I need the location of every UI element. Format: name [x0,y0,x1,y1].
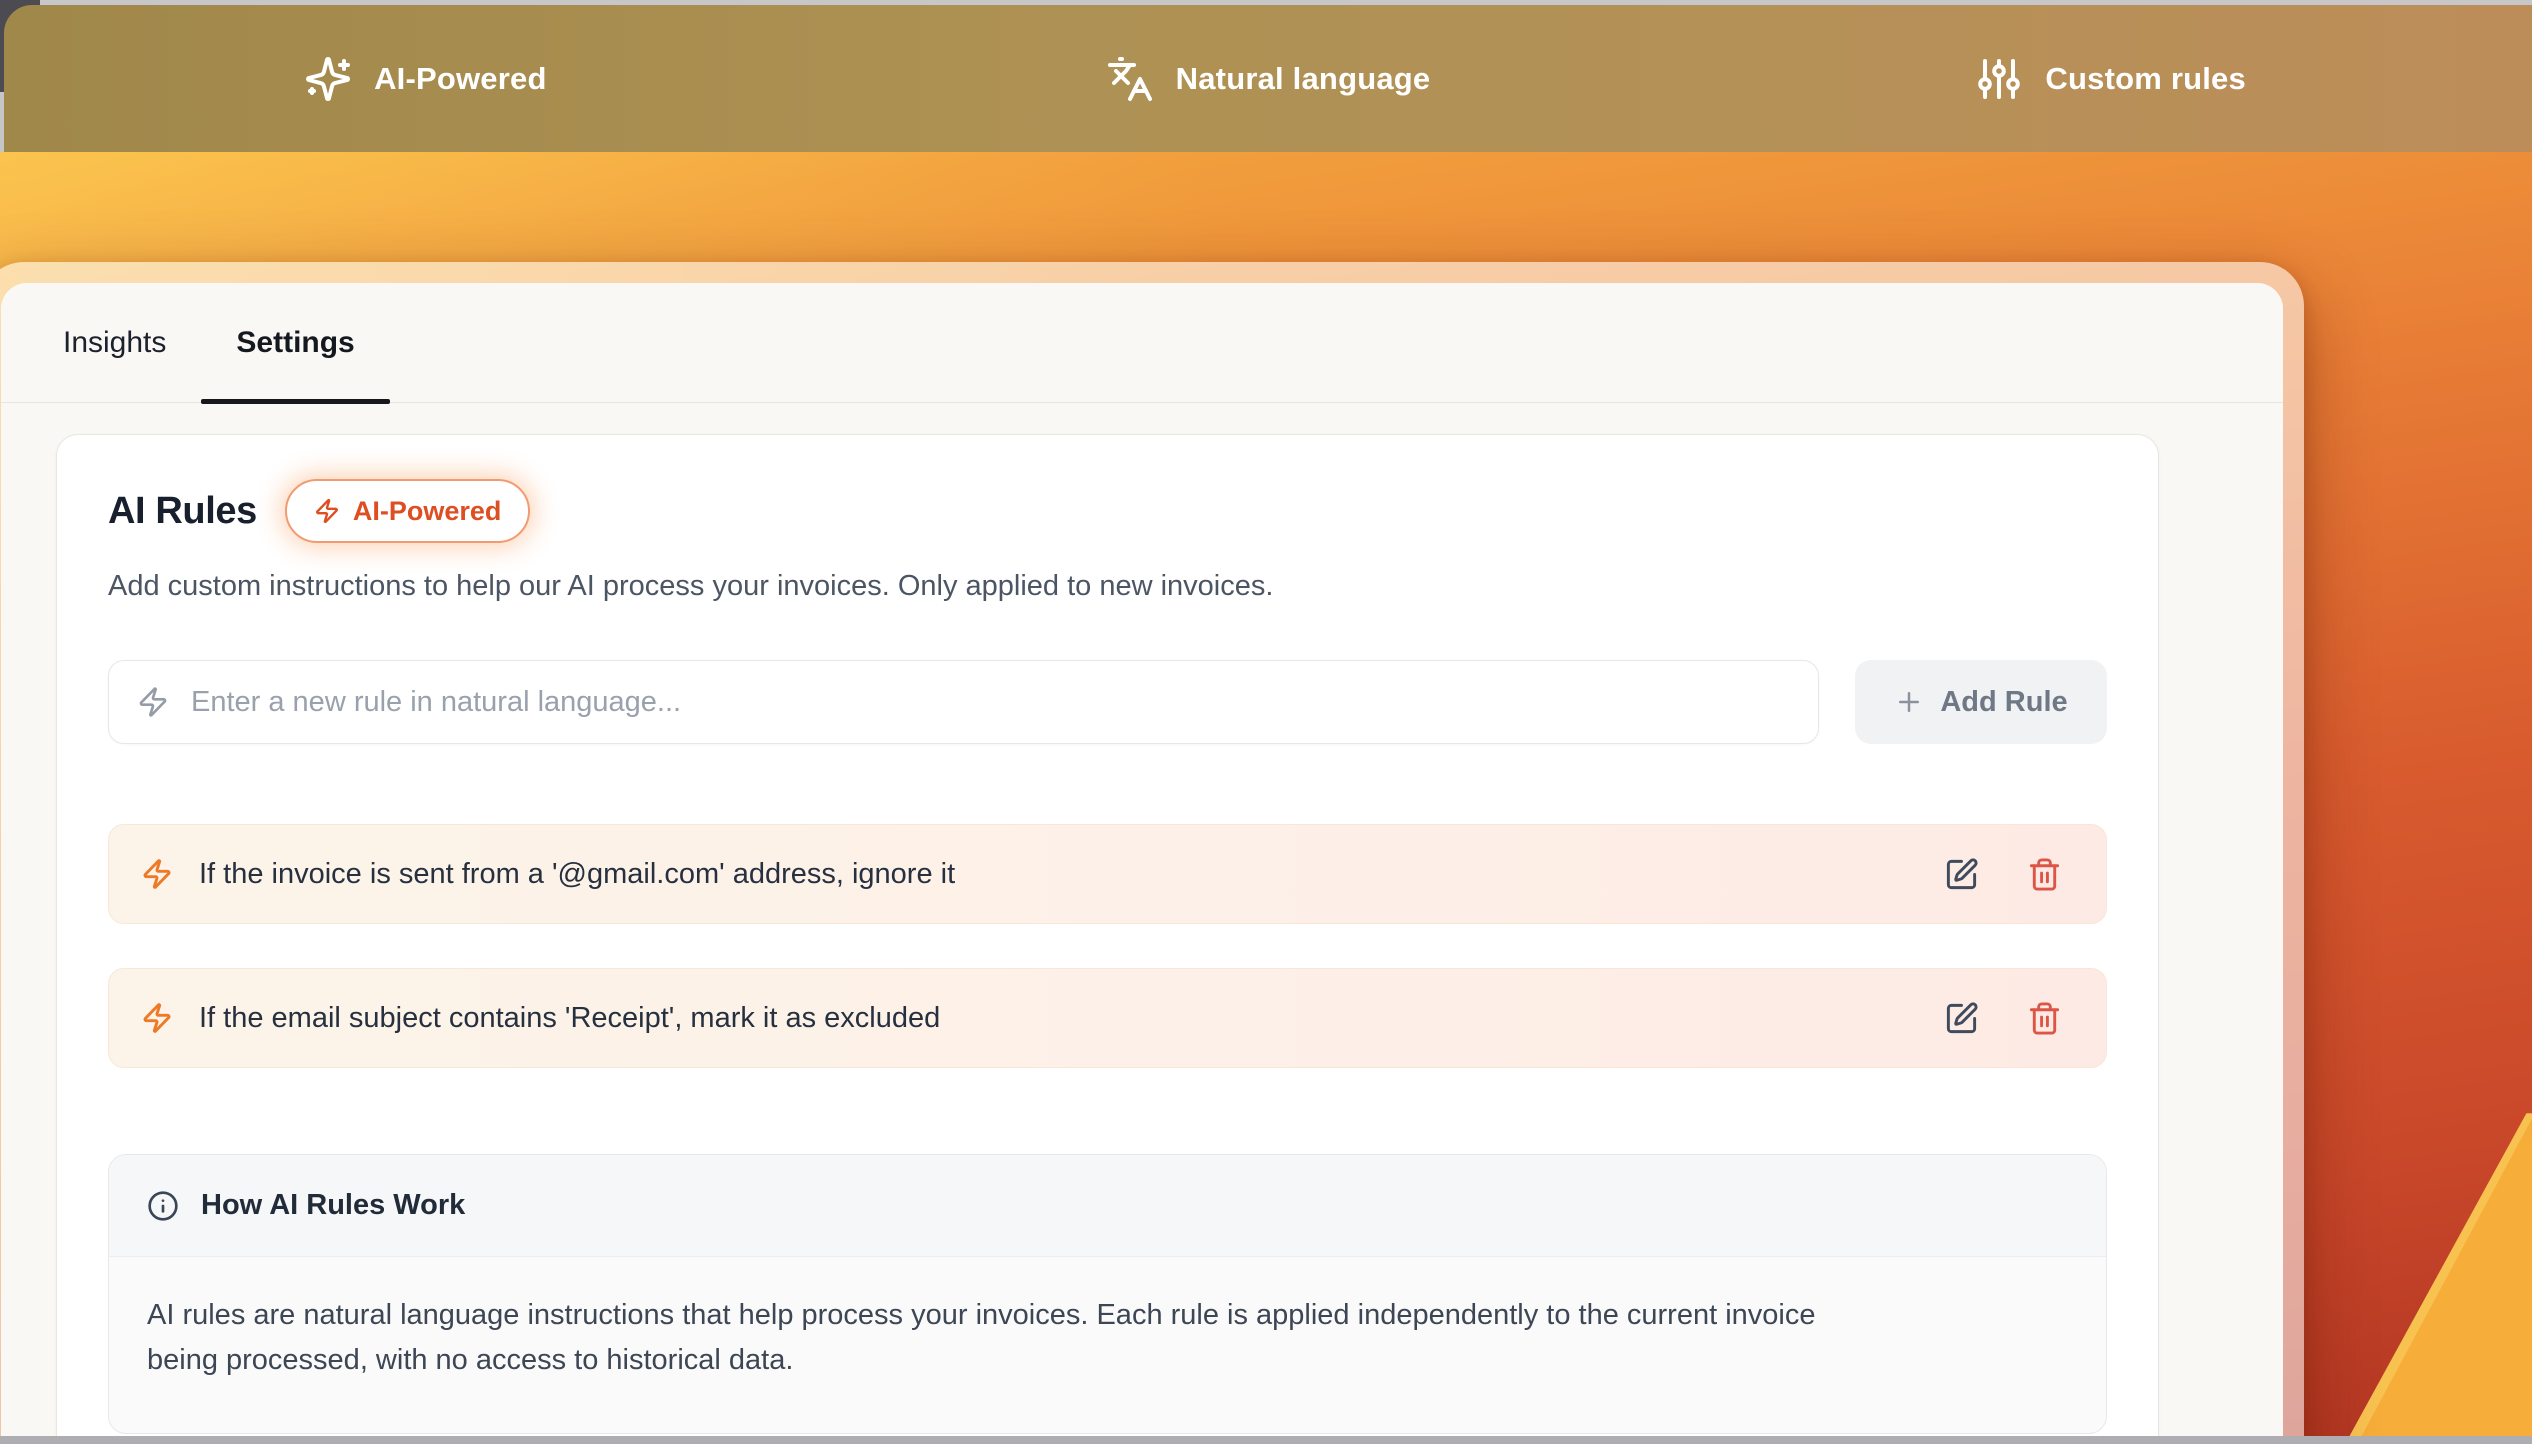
info-icon [147,1190,179,1222]
sparkles-icon [304,55,352,103]
plus-icon [1894,687,1924,717]
rules-list: If the invoice is sent from a '@gmail.co… [108,824,2107,1068]
settings-content: AI Rules AI-Powered Add custom instructi… [1,403,2283,1444]
app-window: Insights Settings AI Rules AI-Powered Ad… [0,262,2304,1444]
how-rules-work-header: How AI Rules Work [109,1155,2106,1257]
page-title: AI Rules [108,490,257,533]
zap-icon [141,1002,173,1034]
new-rule-row: Add Rule [108,660,2107,744]
trash-icon [2027,1001,2062,1036]
banner-item-label: AI-Powered [374,61,547,97]
edit-rule-button[interactable] [1940,997,1983,1040]
how-rules-work-body: AI rules are natural language instructio… [109,1257,1869,1433]
new-rule-input[interactable] [191,686,1790,719]
tab-insights[interactable]: Insights [28,283,201,402]
new-rule-field-wrap [108,660,1819,744]
ai-powered-badge: AI-Powered [285,479,531,543]
ai-rules-description: Add custom instructions to help our AI p… [108,570,2107,603]
delete-rule-button[interactable] [2023,853,2066,896]
app-window-content: Insights Settings AI Rules AI-Powered Ad… [1,283,2283,1444]
tab-bar: Insights Settings [1,283,2283,403]
banner-item-ai-powered: AI-Powered [4,55,847,103]
languages-icon [1106,55,1154,103]
badge-label: AI-Powered [353,496,502,527]
zap-icon [137,686,169,718]
feature-banner: AI-Powered Natural language Custom rules [4,5,2532,152]
rule-text: If the email subject contains 'Receipt',… [199,1002,1914,1035]
edit-icon [1944,857,1979,892]
ai-rules-header: AI Rules AI-Powered [108,479,2107,543]
zap-icon [314,498,340,524]
add-rule-button[interactable]: Add Rule [1855,660,2107,744]
banner-item-custom-rules: Custom rules [1689,55,2532,103]
ai-rules-card: AI Rules AI-Powered Add custom instructi… [56,434,2159,1444]
trash-icon [2027,857,2062,892]
sliders-icon [1975,55,2023,103]
rule-row: If the email subject contains 'Receipt',… [108,968,2107,1068]
how-rules-work-box: How AI Rules Work AI rules are natural l… [108,1154,2107,1434]
zap-icon [141,858,173,890]
tab-label: Insights [63,326,166,360]
rule-text: If the invoice is sent from a '@gmail.co… [199,858,1914,891]
rule-actions [1940,853,2076,896]
rule-row: If the invoice is sent from a '@gmail.co… [108,824,2107,924]
banner-item-natural-language: Natural language [847,55,1690,103]
how-rules-work-title: How AI Rules Work [201,1189,465,1222]
rule-actions [1940,997,2076,1040]
edit-rule-button[interactable] [1940,853,1983,896]
add-rule-label: Add Rule [1940,686,2067,719]
banner-item-label: Natural language [1176,61,1431,97]
screen-bottom-edge [0,1436,2532,1444]
edit-icon [1944,1001,1979,1036]
banner-item-label: Custom rules [2045,61,2246,97]
tab-settings[interactable]: Settings [201,283,389,402]
delete-rule-button[interactable] [2023,997,2066,1040]
tab-label: Settings [236,326,354,360]
